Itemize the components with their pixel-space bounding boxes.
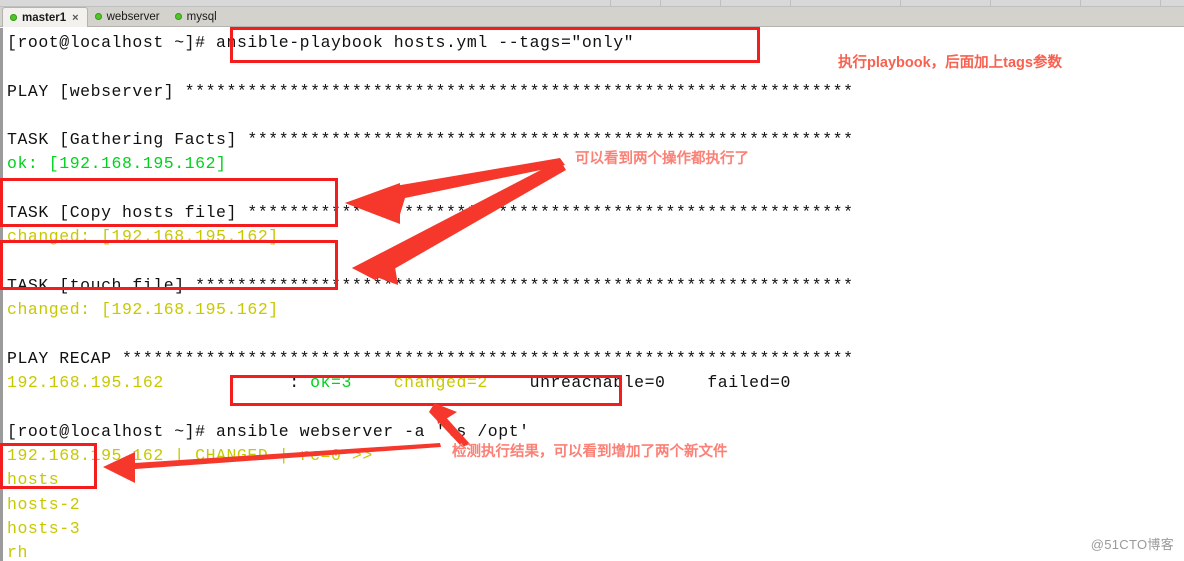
green-dot-icon (94, 13, 102, 20)
terminal-line-task-gathering-facts: TASK [Gathering Facts] *****************… (7, 130, 854, 150)
terminal-line-changed-copy-hosts-file: changed: [192.168.195.162] (7, 227, 279, 247)
tab-master1[interactable]: master1 × (2, 7, 88, 27)
recap-changed-count: changed=2 (393, 373, 488, 393)
shell-prompt: [root@localhost ~]# (7, 33, 217, 52)
terminal-line-command-2: [root@localhost ~]# ansible webserver -a… (7, 420, 1184, 444)
tab-webserver[interactable]: webserver (88, 7, 168, 26)
command-ansible-adhoc: ansible webserver -a 'ls /opt' (216, 421, 530, 441)
terminal-line-ok-gathering-facts: ok: [192.168.195.162] (7, 154, 227, 174)
recap-host: 192.168.195.162 (7, 373, 164, 393)
terminal-line-result-header: 192.168.195.162 | CHANGED | rc=0 >> (7, 446, 373, 466)
tab-master1-label: master1 (22, 11, 67, 24)
command-ansible-playbook: ansible-playbook hosts.yml --tags="only" (216, 33, 635, 52)
terminal-line-task-copy-hosts-file: TASK [Copy hosts file] *****************… (7, 203, 854, 223)
shell-prompt: [root@localhost ~]# (7, 421, 217, 441)
terminal-line-play-recap: PLAY RECAP *****************************… (7, 348, 854, 368)
terminal-line-file-hosts-2: hosts-2 (7, 494, 81, 514)
terminal-window: master1 × webserver mysql [root@localhos… (0, 0, 1184, 561)
terminal-line-recap-stats: 192.168.195.162 : ok=3 changed=2 unreach… (7, 371, 1184, 395)
tab-mysql-label: mysql (186, 10, 217, 23)
recap-failed-count: failed=0 (707, 373, 791, 393)
terminal-line-file-hosts-3: hosts-3 (7, 518, 81, 538)
recap-unreachable-count: unreachable=0 (529, 373, 666, 393)
recap-separator: : (163, 373, 311, 393)
terminal-line-play-webserver: PLAY [webserver] ***********************… (7, 81, 854, 101)
terminal-line-task-touch-file: TASK [touch file] **********************… (7, 275, 854, 295)
green-dot-icon (174, 13, 182, 20)
terminal-output-area[interactable]: [root@localhost ~]# ansible-playbook hos… (0, 28, 1184, 561)
green-dot-icon (10, 14, 17, 21)
close-icon[interactable]: × (72, 12, 78, 24)
tab-mysql[interactable]: mysql (168, 7, 225, 26)
window-toolbar (0, 0, 1184, 7)
terminal-line-command-1: [root@localhost ~]# ansible-playbook hos… (7, 31, 1184, 55)
recap-ok-count: ok=3 (310, 373, 352, 393)
tab-webserver-label: webserver (106, 10, 160, 23)
terminal-line-file-hosts: hosts (7, 470, 60, 490)
terminal-line-file-rh: rh (7, 543, 28, 561)
session-tabbar: master1 × webserver mysql (0, 7, 1184, 27)
terminal-line-changed-touch-file: changed: [192.168.195.162] (7, 300, 279, 320)
